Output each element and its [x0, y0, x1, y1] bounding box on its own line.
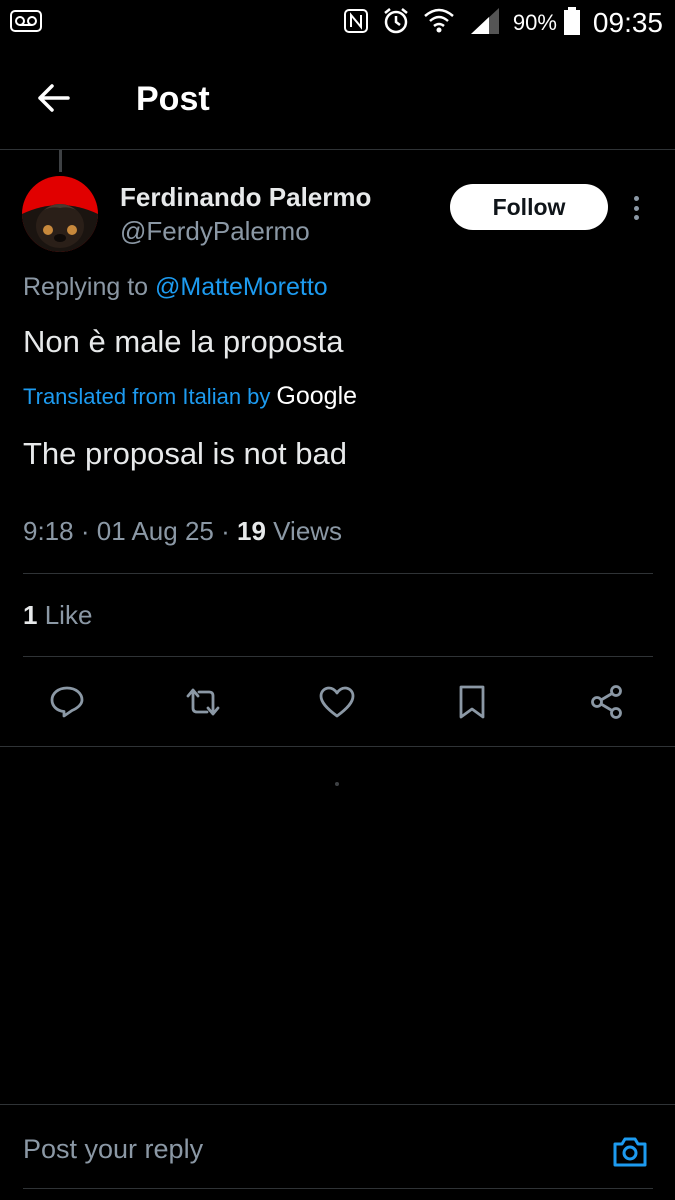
composer-divider: [0, 1104, 675, 1105]
reply-button[interactable]: [41, 678, 93, 730]
follow-button[interactable]: Follow: [450, 184, 608, 230]
like-button[interactable]: [311, 678, 363, 730]
share-button[interactable]: [581, 678, 633, 730]
more-dot-icon: [633, 205, 639, 211]
camera-button[interactable]: [608, 1132, 652, 1176]
status-bar: 90% 09:35: [0, 0, 675, 48]
divider: [23, 573, 653, 574]
composer-underline: [23, 1188, 653, 1189]
meta-separator: ·: [221, 516, 230, 546]
divider: [0, 746, 675, 747]
back-button[interactable]: [30, 80, 76, 120]
wifi-icon: [423, 6, 455, 41]
replying-to: Replying to @MatteMoretto: [23, 273, 328, 302]
views-count[interactable]: 19: [237, 516, 266, 546]
views-label[interactable]: Views: [273, 516, 342, 546]
meta-separator: ·: [80, 516, 90, 546]
post-text: Non è male la proposta: [23, 324, 344, 359]
likes-label: Like: [44, 600, 93, 630]
author-name[interactable]: Ferdinando Palermo: [120, 182, 371, 213]
translated-label: Translated from Italian by: [23, 384, 271, 409]
nfc-icon: [343, 8, 369, 39]
translation-text: The proposal is not bad: [23, 436, 347, 471]
signal-icon: [467, 6, 501, 41]
author-handle[interactable]: @FerdyPalermo: [120, 216, 310, 247]
more-dot-icon: [633, 215, 639, 220]
bookmark-icon: [457, 684, 487, 725]
avatar[interactable]: [22, 176, 98, 252]
bookmark-button[interactable]: [446, 678, 498, 730]
thread-connector-line: [59, 150, 62, 172]
post-date: 01 Aug 25: [96, 516, 214, 546]
likes-count: 1: [23, 600, 38, 630]
replying-prefix: Replying to: [23, 273, 149, 301]
more-dot-icon: [633, 196, 639, 201]
reply-icon: [49, 685, 85, 724]
camera-icon: [611, 1135, 649, 1174]
alarm-icon: [381, 6, 411, 41]
reply-input[interactable]: Post your reply: [23, 1134, 203, 1165]
battery-icon: [563, 6, 581, 41]
loading-indicator: [335, 782, 339, 786]
arrow-left-icon: [36, 83, 70, 118]
header-divider: [0, 149, 675, 150]
post-meta: 9:18 · 01 Aug 25 · 19 Views: [23, 516, 342, 547]
status-time: 09:35: [592, 7, 663, 38]
repost-icon: [183, 686, 223, 723]
post-time: 9:18: [23, 516, 74, 546]
more-options-button[interactable]: [624, 192, 648, 224]
divider: [23, 656, 653, 657]
voicemail-icon: [10, 10, 42, 37]
translation-attribution[interactable]: Translated from Italian by Google: [23, 382, 357, 411]
likes-summary[interactable]: 1 Like: [23, 600, 92, 631]
heart-icon: [318, 685, 356, 724]
share-icon: [589, 684, 625, 725]
replying-mention-link[interactable]: @MatteMoretto: [155, 273, 328, 301]
repost-button[interactable]: [177, 678, 229, 730]
google-logo: Google: [276, 382, 358, 410]
action-bar: [0, 678, 675, 730]
top-app-bar: Post: [0, 60, 675, 140]
page-title: Post: [136, 80, 210, 118]
battery-percent: 90%: [512, 10, 557, 35]
